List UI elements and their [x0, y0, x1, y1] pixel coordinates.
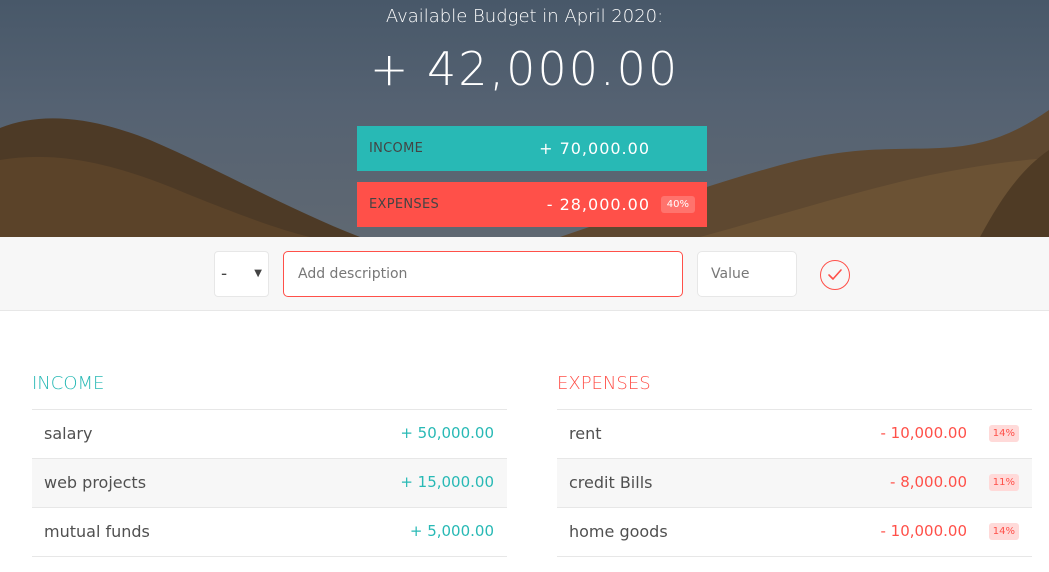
income-item[interactable]: web projects + 15,000.00 — [32, 459, 507, 508]
add-entry-bar: - ▼ — [0, 237, 1049, 311]
income-summary-value: + 70,000.00 — [539, 139, 650, 158]
expense-item[interactable]: rent - 10,000.00 14% — [557, 410, 1032, 459]
type-select[interactable]: - ▼ — [214, 251, 269, 297]
item-value: - 8,000.00 — [890, 473, 967, 491]
expenses-summary-label: Expenses — [369, 197, 440, 212]
income-item[interactable]: salary + 50,000.00 — [32, 410, 507, 459]
income-item[interactable]: mutual funds + 5,000.00 — [32, 508, 507, 557]
expense-item[interactable]: credit Bills - 8,000.00 11% — [557, 459, 1032, 508]
item-value: - 10,000.00 — [880, 522, 967, 540]
item-value: + 50,000.00 — [400, 424, 494, 442]
expenses-summary: Expenses - 28,000.00 40% — [357, 182, 707, 227]
income-list: Income salary + 50,000.00 web projects +… — [32, 372, 507, 557]
item-description: credit Bills — [569, 473, 653, 492]
income-summary-label: Income — [369, 141, 424, 156]
expenses-summary-value: - 28,000.00 — [546, 195, 650, 214]
income-title: Income — [32, 372, 507, 410]
item-description: home goods — [569, 522, 668, 541]
budget-title: Available Budget in April 2020: — [385, 6, 664, 27]
income-summary: Income + 70,000.00 — [357, 126, 707, 171]
item-description: mutual funds — [44, 522, 150, 541]
add-submit-button[interactable] — [820, 260, 850, 290]
description-input[interactable] — [283, 251, 683, 297]
expenses-percentage-badge: 40% — [660, 196, 695, 213]
item-description: rent — [569, 424, 602, 443]
chevron-down-icon: ▼ — [254, 268, 262, 279]
item-value: + 15,000.00 — [400, 473, 494, 491]
expense-item[interactable]: home goods - 10,000.00 14% — [557, 508, 1032, 557]
type-select-value: - — [221, 264, 228, 284]
item-percentage-badge: 11% — [988, 474, 1019, 491]
check-circle-icon — [828, 269, 842, 280]
item-value: + 5,000.00 — [409, 522, 494, 540]
item-percentage-badge: 14% — [988, 425, 1019, 442]
item-value: - 10,000.00 — [880, 424, 967, 442]
expenses-title: Expenses — [557, 372, 1032, 410]
item-percentage-badge: 14% — [988, 523, 1019, 540]
value-input[interactable] — [697, 251, 797, 297]
available-budget-value: + 42,000.00 — [369, 42, 680, 96]
expenses-list: Expenses rent - 10,000.00 14% credit Bil… — [557, 372, 1032, 557]
budget-header: Available Budget in April 2020: + 42,000… — [0, 0, 1049, 237]
item-description: salary — [44, 424, 93, 443]
item-description: web projects — [44, 473, 147, 492]
